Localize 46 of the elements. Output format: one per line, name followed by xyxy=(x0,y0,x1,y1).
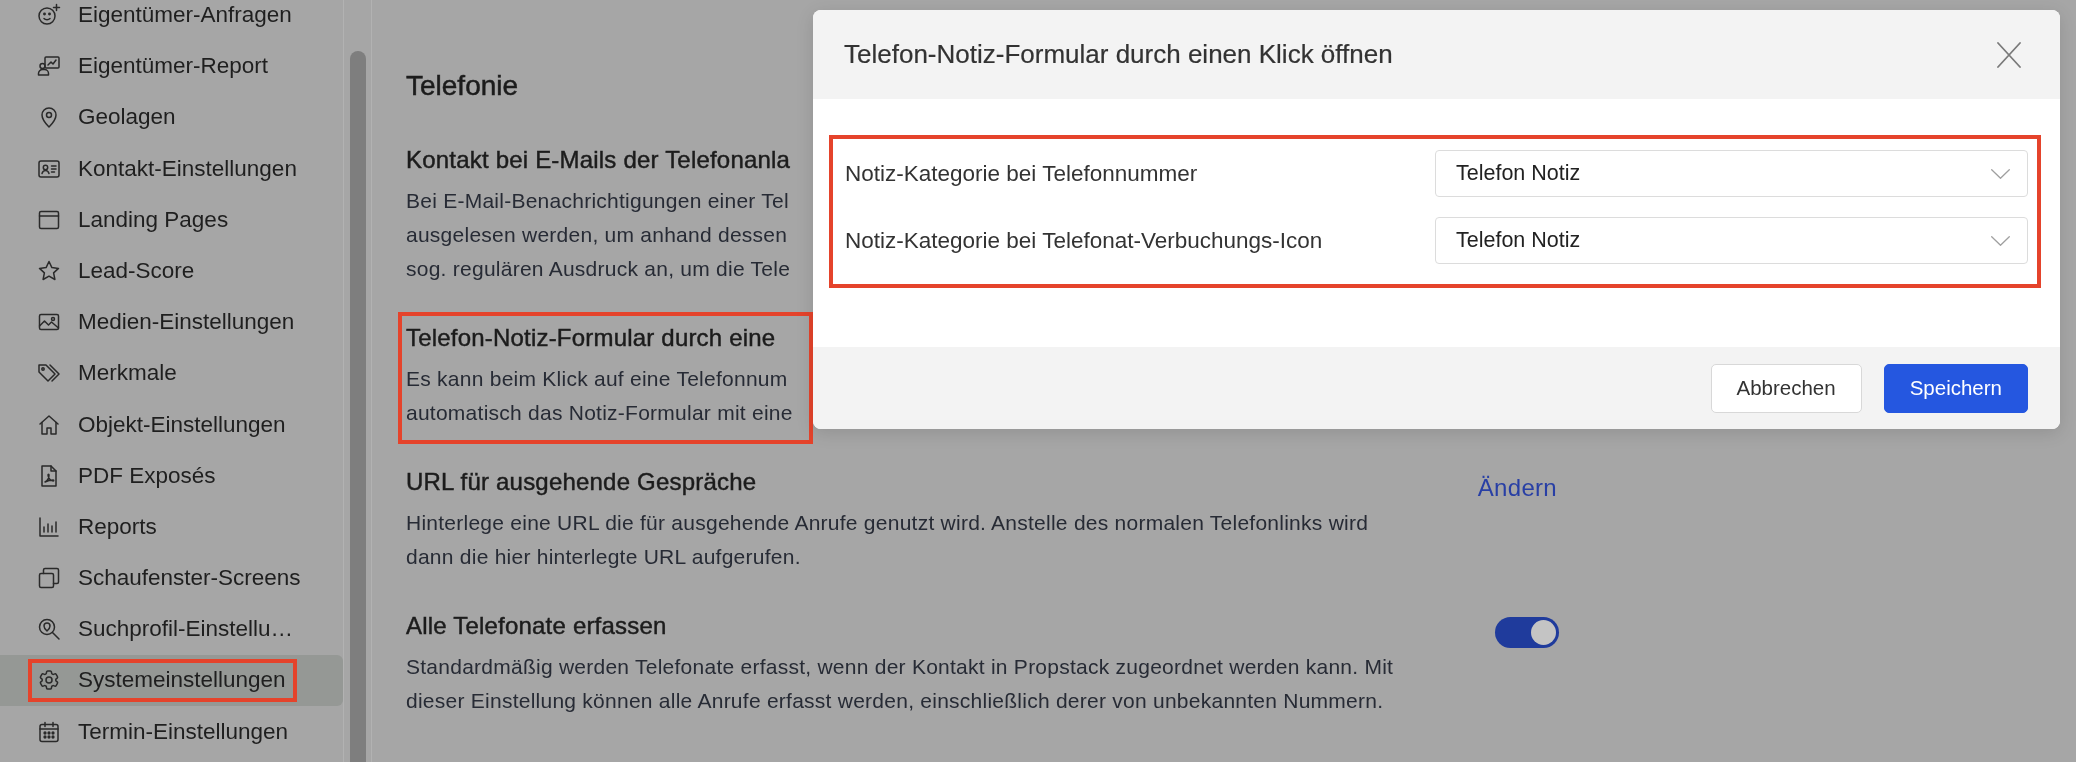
chevron-down-icon xyxy=(1991,235,2010,246)
category-select[interactable]: Telefon Notiz xyxy=(1435,150,2028,197)
sidebar-item[interactable]: Eigentümer-Anfragen xyxy=(0,0,343,41)
save-button[interactable]: Speichern xyxy=(1883,363,2028,413)
calendar-icon xyxy=(37,719,61,744)
sidebar-item[interactable]: Kontakt-Einstellungen xyxy=(0,142,343,195)
dialog-title: Telefon-Notiz-Formular durch einen Klick öffnen xyxy=(844,39,1393,70)
category-select[interactable]: Telefon Notiz xyxy=(1435,217,2028,264)
section-title: Telefon-Notiz-Formular durch eine xyxy=(406,323,776,353)
cancel-button[interactable]: Abbrechen xyxy=(1710,363,1862,413)
house-icon xyxy=(37,412,61,437)
search-pin-icon xyxy=(37,617,61,642)
bar-chart-icon xyxy=(37,514,61,539)
change-link[interactable]: Ändern xyxy=(1477,473,1557,503)
chevron-down-icon xyxy=(1991,168,2010,179)
sidebar-item[interactable]: Termin-Einstellungen xyxy=(0,706,343,758)
sidebar-item[interactable]: Medien-Einstellungen xyxy=(0,296,343,348)
section-title: URL für ausgehende Gespräche xyxy=(406,467,757,497)
section-description: Standardmäßig werden Telefonate erfasst, wenn der Kontakt in Propstack zugeordnet werden kann. Mit dieser Einstellung können alle Anrufe erfasst werden, einschließlich derer von unbekannten Nummern. xyxy=(406,654,1394,714)
section-description: Bei E-Mail-Benachrichtigungen einer Tel ausgelesen werden, um anhand dessen sog. regulären Ausdruck an, um die Tele xyxy=(406,188,791,282)
field-label: Notiz-Kategorie bei Telefonnummer xyxy=(845,160,1198,187)
sidebar-item[interactable]: Schaufenster-Screens xyxy=(0,552,343,604)
section-description: Es kann beim Klick auf eine Telefonnum automatisch das Notiz-Formular mit eine xyxy=(406,366,793,426)
sidebar-item[interactable]: Eigentümer-Report xyxy=(0,40,343,92)
sidebar-item[interactable]: Suchprofil-Einstellu… xyxy=(0,603,343,655)
gear-icon xyxy=(37,668,61,693)
close-icon[interactable] xyxy=(1997,41,2021,68)
section-description: Hinterlege eine URL die für ausgehende Anrufe genutzt wird. Anstelle des normalen Telefonlinks wird dann die hier hinterlegte URL aufgerufen. xyxy=(406,510,1369,570)
toggle-switch[interactable] xyxy=(1495,617,1559,648)
smiley-plus-icon xyxy=(37,3,61,27)
sidebar-item[interactable]: PDF Exposés xyxy=(0,450,343,502)
star-icon xyxy=(37,258,61,283)
sidebar-item[interactable]: Reports xyxy=(0,501,343,553)
section-title: Kontakt bei E-Mails der Telefonanla xyxy=(406,145,791,175)
section-title: Alle Telefonate erfassen xyxy=(406,611,667,641)
person-chart-icon xyxy=(37,54,61,79)
field-label: Notiz-Kategorie bei Telefonat-Verbuchungs-Icon xyxy=(845,227,1323,254)
sidebar-item[interactable]: Landing Pages xyxy=(0,194,343,246)
scrollbar-thumb[interactable] xyxy=(349,51,366,762)
sidebar-item[interactable]: Lead-Score xyxy=(0,245,343,297)
sidebar-item[interactable]: Merkmale xyxy=(0,347,343,399)
stacked-windows-icon xyxy=(37,566,61,591)
sidebar-item[interactable]: Geolagen xyxy=(0,91,343,143)
page-heading: Telefonie xyxy=(406,69,519,103)
sidebar-item[interactable]: Systemeinstellungen xyxy=(0,654,343,707)
sidebar-item[interactable]: Objekt-Einstellungen xyxy=(0,398,343,451)
